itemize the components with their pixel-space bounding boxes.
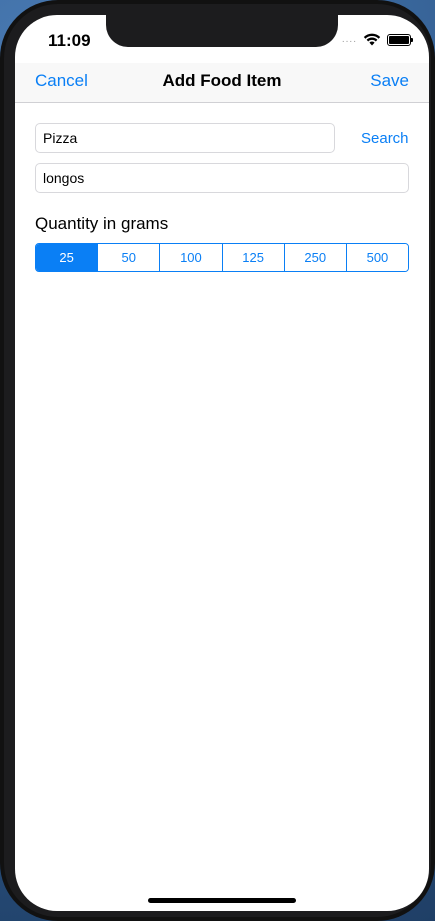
quantity-option-50[interactable]: 50	[97, 244, 160, 271]
quantity-segmented-control: 25 50 100 125 250 500	[35, 243, 409, 272]
quantity-option-250[interactable]: 250	[283, 244, 346, 271]
brand-input[interactable]: longos	[35, 163, 409, 193]
status-time: 11:09	[48, 31, 91, 50]
quantity-option-125[interactable]: 125	[221, 244, 284, 271]
home-indicator[interactable]	[148, 898, 296, 903]
food-name-input[interactable]: Pizza	[35, 123, 335, 153]
search-button[interactable]: Search	[361, 130, 409, 147]
quantity-option-100[interactable]: 100	[159, 244, 222, 271]
wifi-icon	[363, 33, 381, 46]
navigation-bar: Cancel Add Food Item Save	[15, 63, 429, 103]
phone-screen: 11:09 .... Cancel Add Food Item Save Piz…	[15, 15, 429, 911]
quantity-option-25[interactable]: 25	[36, 244, 98, 271]
signal-dots-icon: ....	[341, 34, 357, 45]
page-title: Add Food Item	[162, 71, 282, 90]
status-icons: ....	[341, 33, 413, 46]
phone-frame: 11:09 .... Cancel Add Food Item Save Piz…	[0, 0, 435, 921]
battery-level	[389, 35, 409, 44]
save-button[interactable]: Save	[370, 71, 409, 91]
camera-notch	[106, 15, 338, 47]
quantity-option-500[interactable]: 500	[345, 244, 408, 271]
battery-icon	[387, 33, 413, 46]
quantity-label: Quantity in grams	[35, 214, 169, 233]
